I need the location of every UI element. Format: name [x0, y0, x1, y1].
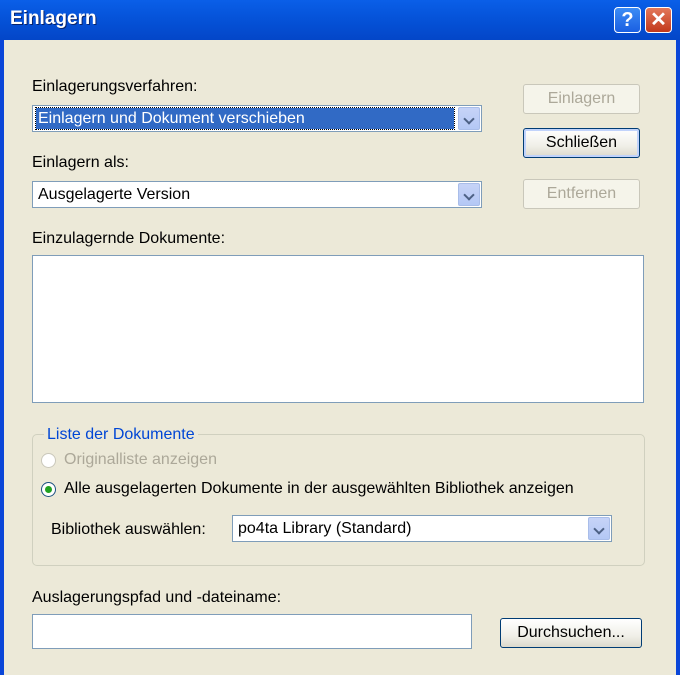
schliessen-button[interactable]: Schließen [523, 128, 640, 158]
store-as-dropdown[interactable]: Ausgelagerte Version [32, 181, 482, 208]
window-title: Einlagern [10, 8, 97, 29]
chevron-down-icon[interactable] [588, 517, 610, 540]
close-button[interactable]: ✕ [645, 7, 672, 33]
procedure-dropdown[interactable]: Einlagern und Dokument verschieben [32, 105, 482, 132]
title-bar[interactable]: Einlagern ? ✕ [0, 0, 680, 40]
radio-all-label: Alle ausgelagerten Dokumente in der ausg… [64, 480, 574, 497]
chevron-down-icon[interactable] [458, 107, 480, 130]
radio-original-label: Originalliste anzeigen [64, 451, 217, 468]
procedure-label: Einlagerungsverfahren: [32, 78, 198, 95]
documents-label: Einzulagernde Dokumente: [32, 230, 226, 247]
einlagern-button[interactable]: Einlagern [523, 84, 640, 114]
radio-original-list[interactable] [41, 453, 56, 468]
chevron-down-icon[interactable] [458, 183, 480, 206]
library-label: Bibliothek auswählen: [51, 521, 206, 538]
group-title: Liste der Dokumente [44, 426, 198, 444]
library-value: po4ta Library (Standard) [238, 520, 412, 537]
entfernen-button[interactable]: Entfernen [523, 179, 640, 209]
library-dropdown[interactable]: po4ta Library (Standard) [232, 515, 612, 542]
path-input[interactable] [32, 614, 472, 649]
documents-list[interactable] [32, 255, 644, 403]
store-as-value: Ausgelagerte Version [38, 186, 191, 203]
browse-button[interactable]: Durchsuchen... [500, 618, 642, 648]
path-label: Auslagerungspfad und -dateiname: [32, 589, 282, 606]
radio-dot [45, 486, 52, 493]
procedure-value: Einlagern und Dokument verschieben [35, 107, 455, 130]
dialog-window: Einlagern ? ✕ Einlagerungsverfahren: Ein… [0, 0, 680, 675]
help-button[interactable]: ? [614, 7, 641, 33]
store-as-label: Einlagern als: [32, 154, 129, 171]
radio-all-documents[interactable] [41, 482, 56, 497]
